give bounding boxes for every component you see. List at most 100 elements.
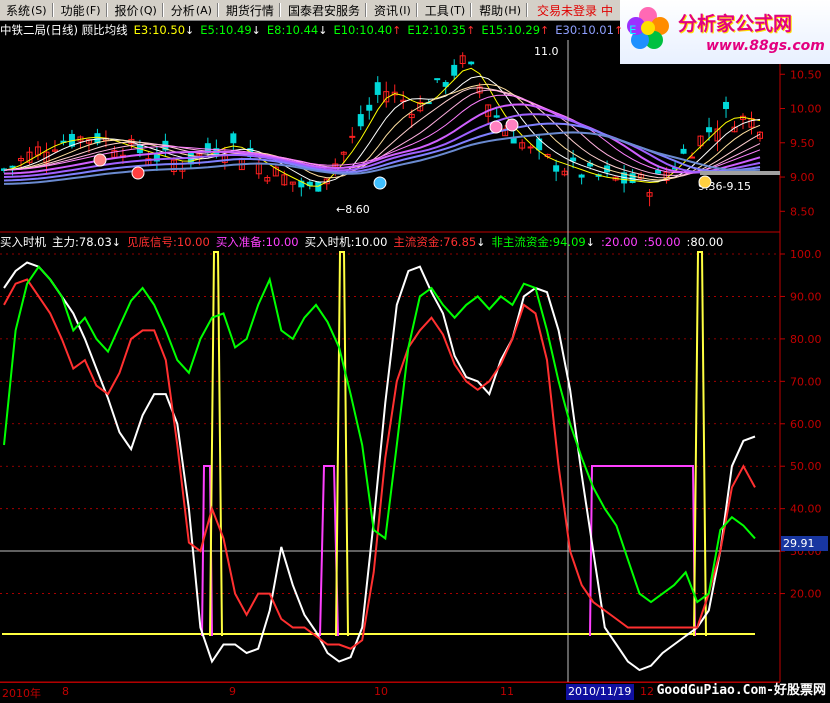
osc-axis-label: 20.00	[790, 588, 822, 601]
menu-item-label: 帮助	[479, 3, 504, 18]
price-axis-label: 8.50	[790, 205, 815, 218]
ma-value: E	[629, 22, 636, 38]
candle-body	[570, 157, 577, 162]
menu-item-shortcut: (Q)	[139, 3, 157, 17]
candle-body	[434, 78, 441, 81]
menu-separator	[526, 3, 528, 17]
menu-item[interactable]: 资讯 (I)	[368, 2, 415, 19]
candle-body	[655, 169, 662, 174]
signal-marker-icon	[698, 175, 712, 189]
trend-arrow-icon: ↓	[476, 236, 486, 249]
menu-item-label: 功能	[60, 3, 85, 18]
candle-body	[230, 133, 237, 144]
date-tick: 2010年	[2, 687, 41, 700]
trend-arrow-icon: ↓	[318, 24, 328, 37]
indicator-value-label: 非主流资金:94.09	[491, 235, 586, 249]
signal-marker-icon	[373, 176, 387, 190]
indicator-value: 主力:78.03↓	[52, 234, 121, 250]
menu-item[interactable]: 帮助 (H)	[473, 2, 525, 19]
candle-body	[451, 64, 458, 76]
date-tick: 9	[229, 685, 236, 698]
osc-axis-label: 40.00	[790, 503, 822, 516]
candle-body	[706, 127, 713, 133]
ma-value-label: E30:10.01	[555, 23, 614, 37]
indicator-title: 中铁二局(日线) 顾比均线	[0, 23, 128, 37]
date-tick: 10	[374, 685, 388, 698]
indicator-value: 非主流资金:94.09↓	[491, 234, 595, 250]
trend-arrow-icon: ↓	[111, 236, 122, 249]
candle-body	[366, 104, 373, 111]
menu-item-label: 工具	[424, 3, 449, 18]
indicator-value: 见底信号:10.00	[127, 234, 210, 250]
menu-item-shortcut: (F)	[85, 3, 101, 17]
menu-item-shortcut: (A)	[195, 3, 212, 17]
ma-value-label: E5:10.49	[200, 23, 252, 37]
menu-extra: 中	[601, 3, 614, 18]
candle-body	[553, 165, 560, 172]
ma-value: E12:10.35↑	[407, 22, 475, 38]
indicator-value: :80.00	[687, 234, 724, 250]
ma-value-label: E15:10.29	[481, 23, 541, 37]
osc-axis-label: 80.00	[790, 333, 822, 346]
price-axis-label: 9.00	[790, 171, 815, 184]
menu-item[interactable]: 工具 (T)	[419, 2, 469, 19]
login-status[interactable]: 交易未登录	[537, 2, 597, 19]
indicator-value-label: 主力:78.03	[52, 235, 112, 249]
menu-item-shortcut: (S)	[31, 3, 47, 17]
candle-body	[349, 135, 356, 138]
menu-item[interactable]: 分析 (A)	[165, 2, 216, 19]
menu-item-label: 系统	[6, 3, 31, 18]
logo-url: www.88gs.com	[706, 38, 825, 54]
trend-arrow-icon: ↑	[392, 24, 402, 37]
yellow-buy-spike	[335, 251, 349, 637]
indicator-value-label: :20.00	[600, 235, 638, 249]
menu-item-shortcut: (I)	[398, 3, 411, 17]
ma-value-label: E12:10.35	[407, 23, 467, 37]
ma-value: E10:10.40↑	[333, 22, 401, 38]
osc-axis-label: 90.00	[790, 290, 822, 303]
indicator-title: 买入时机	[0, 235, 46, 249]
menu-item[interactable]: 报价 (Q)	[109, 2, 161, 19]
ma-value-label: E3:10.50	[133, 23, 186, 37]
selected-date: 2010/11/19	[566, 684, 634, 700]
indicator-value-label: :80.00	[686, 235, 724, 249]
candle-body	[578, 174, 585, 178]
price-high-label: 11.0	[534, 45, 559, 58]
menu-separator	[364, 3, 367, 17]
trend-arrow-icon: ↑	[540, 24, 550, 37]
ma-value: E15:10.29↑	[481, 22, 549, 38]
indicator-value-label: 买入准备:10.00	[215, 235, 299, 249]
date-tick: 12	[640, 685, 654, 698]
indicator-value: :50.00	[644, 234, 681, 250]
candle-body	[9, 165, 16, 168]
menu-item-label: 分析	[170, 3, 195, 18]
osc-axis-label: 60.00	[790, 418, 822, 431]
menu-item-shortcut: (T)	[449, 3, 466, 17]
signal-marker-icon	[505, 118, 519, 132]
menu-item[interactable]: 期货行情	[220, 2, 278, 19]
signal-marker-icon	[93, 153, 107, 167]
bottom-indicator-line: 买入时机 主力:78.03↓ 见底信号:10.00 买入准备:10.00 买入时机:10…	[0, 234, 723, 250]
ma-value: E8:10.44↓	[267, 22, 328, 38]
indicator-value: :20.00	[601, 234, 638, 250]
ma-ribbon-line	[3, 87, 761, 179]
menu-item[interactable]: 系统 (S)	[0, 2, 51, 19]
logo-brand: 分析家公式网	[678, 13, 793, 35]
menu-item[interactable]: 功能 (F)	[55, 2, 105, 19]
ma-value: E5:10.49↓	[200, 22, 261, 38]
price-axis-label: 10.00	[790, 103, 822, 116]
indicator-value-label: 买入时机:10.00	[304, 235, 388, 249]
chart-canvas[interactable]: 10.50 10.00 9.50 9.00 8.50 100.0 90.00 80.00 70.…	[0, 0, 830, 702]
menu-separator	[105, 3, 108, 17]
menu-separator	[51, 3, 54, 17]
menu-item-label: 报价	[114, 3, 139, 18]
watermark: GoodGuPiao.Com-好股票网	[656, 683, 826, 698]
candle-body	[680, 148, 687, 154]
menu-item[interactable]: 国泰君安服务	[282, 2, 364, 19]
site-logo: 分析家公式网 www.88gs.com	[620, 0, 830, 64]
candle-body	[357, 114, 364, 127]
menu-item-label: 资讯	[373, 3, 398, 18]
indicator-value-label: 见底信号:10.00	[127, 235, 210, 249]
trend-arrow-icon: ↑	[466, 24, 476, 37]
candle-body	[689, 156, 696, 159]
